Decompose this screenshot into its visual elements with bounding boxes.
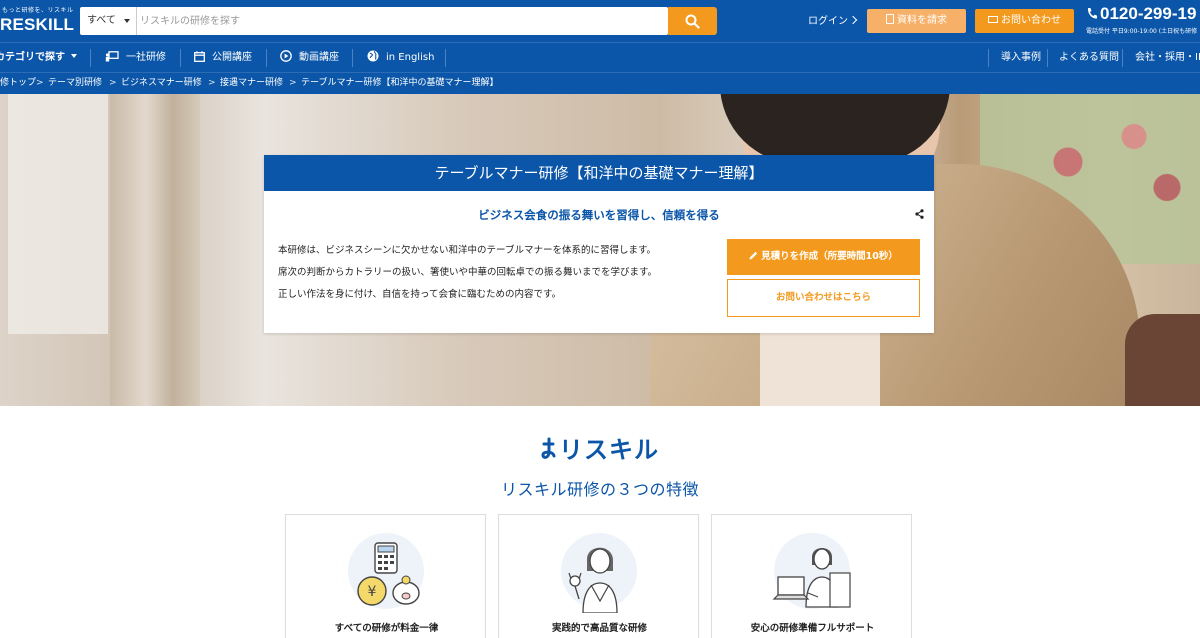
feature-label: 安心の研修準備フルサポート — [750, 623, 875, 634]
nav-category-dropdown[interactable]: カテゴリで探す — [0, 43, 77, 72]
nav-item-english[interactable]: in English — [367, 43, 434, 72]
create-estimate-button[interactable]: 見積りを作成（所要時間10秒） — [727, 239, 920, 275]
nav-faq-label: よくある質問 — [1059, 52, 1119, 63]
course-description-line: 席次の判断からカトラリーの扱い、箸使いや中華の回転卓での振る舞いまでを学びます。 — [278, 267, 658, 278]
search-input[interactable] — [140, 11, 660, 31]
calendar-icon — [194, 51, 205, 62]
search-scope-select[interactable]: すべて — [80, 7, 137, 35]
phone-hours: 電話受付 平日9:00-19:00 (土日祝も研修 — [1086, 28, 1198, 35]
search-button[interactable] — [668, 7, 717, 35]
inquiry-label: お問い合わせはこちら — [775, 292, 871, 303]
phone-number: 0120-299-19 — [1100, 4, 1197, 23]
feature-label: すべての研修が料金一律 — [334, 623, 439, 634]
top-header: もっと研修を、リスキル RESKILL すべて ログイン 資料を請求 お問い合わ… — [0, 0, 1200, 42]
support-staff-laptop-icon — [772, 548, 851, 608]
nav-divider — [352, 49, 353, 67]
calculator-coin-piggybank-icon: ¥ — [357, 542, 420, 606]
breadcrumb-item[interactable]: 研修トップ — [0, 73, 36, 93]
logo-name: RESKILL — [0, 15, 75, 34]
course-description-line: 本研修は、ビジネスシーンに欠かせない和洋中のテーブルマナーを体系的に習得します。 — [278, 245, 657, 256]
nav-item-company[interactable]: 会社・採用・IR — [1135, 43, 1200, 72]
nav-case-studies-label: 導入事例 — [1001, 52, 1041, 63]
search-bar: すべて — [80, 7, 668, 35]
breadcrumb-item[interactable]: 接遇マナー研修 — [220, 73, 283, 93]
hero-bg-curtain — [110, 94, 200, 406]
nav-divider — [180, 49, 181, 67]
breadcrumb-item[interactable]: テーマ別研修 — [48, 73, 102, 93]
contact-button[interactable]: お問い合わせ — [975, 9, 1074, 33]
nav-divider — [988, 49, 989, 67]
nav-item-inhouse[interactable]: 一社研修 — [105, 43, 166, 72]
main-nav: カテゴリで探す 一社研修 公開講座 動画講座 in English 導入事例 よ… — [0, 42, 1200, 72]
chevron-down-icon — [71, 54, 77, 58]
phone-icon — [1087, 8, 1097, 19]
trainer-ok-gesture-icon — [568, 547, 618, 613]
nav-item-video[interactable]: 動画講座 — [280, 43, 339, 72]
request-docs-label: 資料を請求 — [897, 15, 947, 26]
breadcrumb: 研修トップ > テーマ別研修 > ビジネスマナー研修 > 接遇マナー研修 > テ… — [0, 72, 1200, 94]
nav-item-public[interactable]: 公開講座 — [194, 43, 252, 72]
request-docs-button[interactable]: 資料を請求 — [867, 9, 966, 33]
login-label: ログイン — [808, 16, 848, 27]
feature-card[interactable]: 安心の研修準備フルサポート — [711, 514, 912, 638]
feature-label: 実践的で高品質な研修 — [551, 623, 647, 634]
chevron-down-icon — [124, 19, 130, 23]
globe-icon — [367, 50, 379, 62]
feature-card[interactable]: ¥ すべての研修が料金一律 — [285, 514, 486, 638]
nav-category-label: カテゴリで探す — [0, 52, 65, 63]
nav-company-label: 会社・採用・IR — [1135, 52, 1200, 63]
hero-bg-window — [8, 94, 108, 334]
features-title: リスキル研修の３つの特徴 — [500, 480, 699, 499]
breadcrumb-separator: > — [208, 78, 216, 88]
create-estimate-label: 見積りを作成（所要時間10秒） — [761, 251, 898, 262]
document-icon — [886, 14, 894, 24]
play-icon — [280, 50, 292, 62]
breadcrumb-current: テーブルマナー研修【和洋中の基礎マナー理解】 — [301, 78, 499, 88]
search-scope-value: すべて — [87, 15, 116, 26]
breadcrumb-item[interactable]: ビジネスマナー研修 — [121, 73, 202, 93]
nav-item-public-label: 公開講座 — [212, 52, 252, 63]
login-link[interactable]: ログイン — [808, 12, 858, 27]
reskill-mark-icon — [541, 437, 556, 459]
nav-item-english-label: in English — [386, 52, 435, 63]
nav-item-video-label: 動画講座 — [299, 52, 339, 63]
course-title: テーブルマナー研修【和洋中の基礎マナー理解】 — [264, 155, 934, 191]
inquiry-button[interactable]: お問い合わせはこちら — [727, 279, 920, 317]
search-icon — [685, 14, 700, 29]
nav-divider — [90, 49, 91, 67]
nav-item-faq[interactable]: よくある質問 — [1059, 43, 1119, 72]
logo-tagline: もっと研修を、リスキル — [2, 7, 74, 14]
svg-text:¥: ¥ — [368, 584, 377, 600]
phone-contact[interactable]: 0120-299-19 電話受付 平日9:00-19:00 (土日祝も研修 — [1086, 4, 1197, 35]
course-card: テーブルマナー研修【和洋中の基礎マナー理解】 ビジネス会食の振る舞いを習得し、信… — [264, 155, 934, 333]
chevron-right-icon — [848, 15, 858, 25]
nav-divider — [266, 49, 267, 67]
nav-divider — [445, 49, 446, 67]
course-subtitle: ビジネス会食の振る舞いを習得し、信頼を得る — [478, 208, 720, 222]
nav-item-inhouse-label: 一社研修 — [126, 52, 166, 63]
hero-bg-chair — [1125, 314, 1200, 406]
mail-icon — [988, 16, 998, 23]
breadcrumb-separator: > — [36, 78, 44, 88]
nav-item-case-studies[interactable]: 導入事例 — [1001, 43, 1041, 72]
breadcrumb-separator: > — [109, 78, 117, 88]
presentation-icon — [105, 51, 119, 62]
share-icon[interactable] — [915, 209, 924, 219]
nav-divider — [1047, 49, 1048, 67]
brand-heading: リスキル — [0, 430, 1200, 465]
brand-name: リスキル — [559, 436, 659, 464]
feature-card[interactable]: 実践的で高品質な研修 — [498, 514, 699, 638]
contact-label: お問い合わせ — [1001, 15, 1061, 26]
nav-divider — [1122, 49, 1123, 67]
course-description: 本研修は、ビジネスシーンに欠かせない和洋中のテーブルマナーを体系的に習得します。… — [278, 240, 718, 306]
course-description-line: 正しい作法を身に付け、自信を持って会食に臨むための内容です。 — [278, 289, 562, 300]
pencil-icon — [749, 251, 758, 260]
breadcrumb-separator: > — [289, 78, 297, 88]
